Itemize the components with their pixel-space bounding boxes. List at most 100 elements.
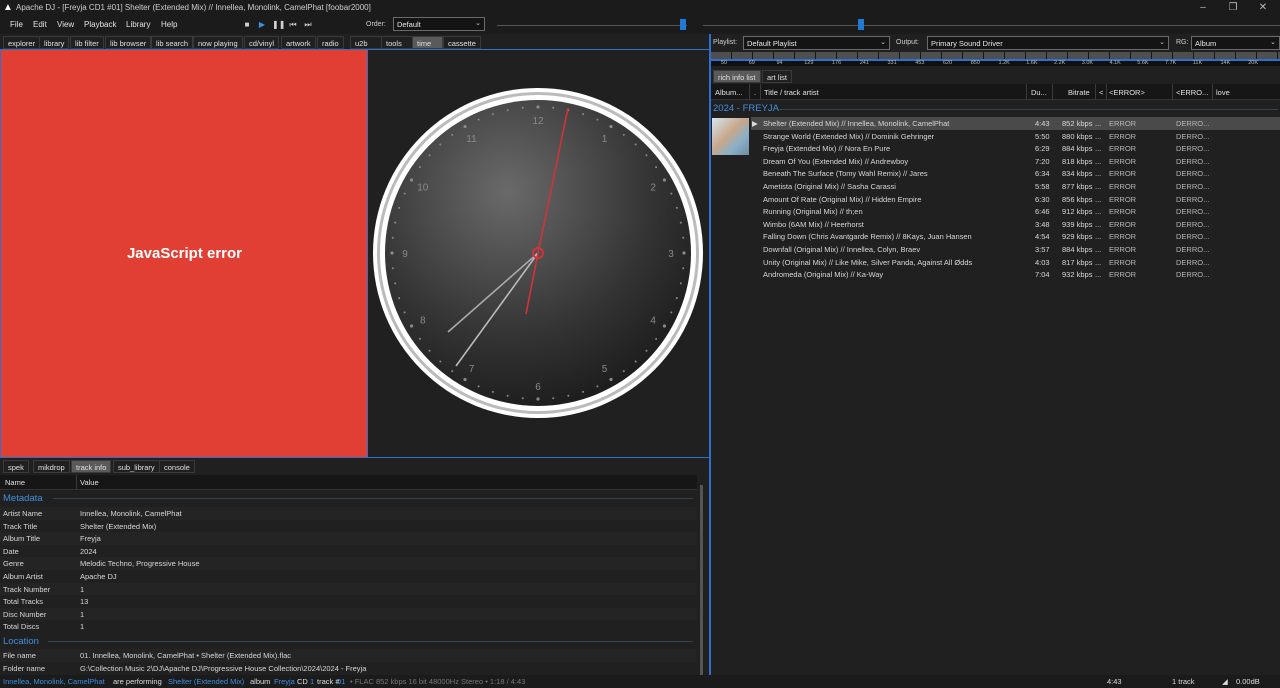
track-row[interactable]: Wimbo (6AM Mix) // Heerhorst 3:48 939 kbps…	[751, 218, 1280, 231]
property-name: Folder name	[3, 663, 46, 673]
menu-view[interactable]: View	[57, 20, 74, 29]
tab-cd-vinyl[interactable]: cd/vinyl	[244, 36, 280, 49]
next-icon[interactable]: ⏭	[303, 20, 313, 30]
track-bitrate: 856 kbps	[1062, 194, 1093, 204]
track-bitrate: 880 kbps	[1062, 131, 1093, 141]
javascript-error-text: JavaScript error	[126, 245, 243, 262]
col-love-header[interactable]: love	[1216, 88, 1230, 97]
track-ellipsis: ...	[1095, 131, 1102, 141]
property-row[interactable]: Track Title Shelter (Extended Mix)	[0, 520, 697, 533]
close-icon[interactable]: ✕	[1256, 1, 1270, 14]
track-error: ERROR	[1109, 182, 1137, 191]
tab-spek[interactable]: spek	[3, 460, 29, 473]
maximize-icon[interactable]: ❐	[1226, 1, 1240, 14]
col-name-header[interactable]: Name	[5, 478, 25, 487]
property-row[interactable]: Genre Melodic Techno, Progressive House	[0, 557, 697, 570]
track-ellipsis: ...	[1095, 257, 1102, 267]
col-album-header[interactable]: Album...	[715, 88, 743, 97]
playlist-label: Playlist:	[713, 39, 738, 46]
tab-track-info[interactable]: track info	[71, 460, 112, 473]
tab-art-list[interactable]: art list	[762, 70, 793, 83]
track-row[interactable]: Ametista (Original Mix) // Sasha Carassi…	[751, 180, 1280, 193]
tab-rich-info-list[interactable]: rich info list	[713, 70, 761, 83]
property-row[interactable]: Total Discs 1	[0, 620, 697, 633]
menu-playback[interactable]: Playback	[84, 20, 116, 29]
tab-lib-search[interactable]: lib search	[151, 36, 194, 49]
col-value-header[interactable]: Value	[80, 478, 99, 487]
status-track-count: 1 track	[1172, 677, 1195, 686]
property-row[interactable]: File name 01. Innellea, Monolink, CamelPh…	[0, 649, 697, 662]
tab-artwork[interactable]: artwork	[281, 36, 316, 49]
col-dot-header[interactable]: .	[754, 88, 756, 97]
tab-explorer[interactable]: explorer	[3, 36, 41, 49]
track-row[interactable]: Amount Of Rate (Original Mix) // Hidden …	[751, 193, 1280, 206]
spectrum-frequency-label: 1.2K	[998, 60, 1010, 66]
previous-icon[interactable]: ⏮	[288, 20, 298, 30]
col-duration-header[interactable]: Du...	[1031, 88, 1047, 97]
seek-slider-thumb[interactable]	[858, 19, 864, 30]
tab-sub-library[interactable]: sub_library	[113, 460, 160, 473]
menu-edit[interactable]: Edit	[33, 20, 47, 29]
track-row[interactable]: Beneath The Surface (Tomy Wahl Remix) //…	[751, 167, 1280, 180]
col-error2-header[interactable]: <ERRO...	[1176, 88, 1208, 97]
pause-icon[interactable]: ❚❚	[272, 20, 285, 30]
property-row[interactable]: Artist Name Innellea, Monolink, CamelPhat	[0, 507, 697, 520]
tab-mikdrop[interactable]: mikdrop	[33, 460, 70, 473]
track-bitrate: 877 kbps	[1062, 182, 1093, 191]
play-icon[interactable]: ▶	[257, 20, 267, 30]
tab-u2b[interactable]: u2b	[350, 36, 382, 49]
playlist-select[interactable]: Default Playlist ⌄	[743, 36, 890, 50]
property-row[interactable]: Track Number 1	[0, 582, 697, 596]
track-row[interactable]: ▶ Shelter (Extended Mix) // Innellea, Mon…	[751, 117, 1280, 130]
track-row[interactable]: Dream Of You (Extended Mix) // Andrewboy…	[751, 155, 1280, 168]
property-value: Apache DJ	[80, 572, 117, 581]
property-row[interactable]: Folder name G:\Collection Music 2\DJ\Apac…	[0, 662, 697, 675]
album-art-thumbnail[interactable]	[712, 118, 749, 155]
tab-lib-browser[interactable]: lib browser	[105, 36, 152, 49]
album-heading-divider	[778, 109, 1278, 110]
order-select[interactable]: Default ⌄	[393, 17, 485, 31]
stop-icon[interactable]: ■	[242, 20, 252, 30]
track-row[interactable]: Strange World (Extended Mix) // Dominik …	[751, 130, 1280, 143]
track-row[interactable]: Falling Down (Chris Avantgarde Remix) //…	[751, 230, 1280, 243]
track-row[interactable]: Andromeda (Original Mix) // Ka-Way 7:04 93…	[751, 268, 1280, 281]
menu-file[interactable]: File	[10, 20, 23, 29]
track-row[interactable]: Freyja (Extended Mix) // Nora En Pure 6:2…	[751, 142, 1280, 155]
col-lt-header[interactable]: <	[1099, 88, 1103, 97]
menu-help[interactable]: Help	[161, 20, 177, 29]
property-row[interactable]: Total Tracks 13	[0, 595, 697, 608]
track-error2: DERRO...	[1176, 169, 1210, 179]
tab-cassette[interactable]: cassette	[443, 36, 481, 49]
property-row[interactable]: Disc Number 1	[0, 607, 697, 621]
status-album: Freyja	[274, 677, 295, 686]
minimize-icon[interactable]: –	[1196, 1, 1210, 14]
col-title-header[interactable]: Title / track artist	[764, 88, 819, 97]
tab-now-playing[interactable]: now playing	[193, 36, 243, 49]
tab-library[interactable]: library	[39, 36, 70, 49]
tab-lib-filter[interactable]: lib filter	[70, 36, 104, 49]
track-row[interactable]: Running (Original Mix) // th;en 6:46 912 k…	[751, 205, 1280, 218]
tab-tools[interactable]: tools	[381, 36, 413, 49]
seek-slider-track[interactable]	[703, 25, 1280, 26]
volume-icon[interactable]: ◢	[1222, 677, 1228, 686]
properties-scrollbar[interactable]	[700, 485, 703, 675]
col-error-header[interactable]: <ERROR>	[1109, 88, 1145, 97]
track-row[interactable]: Unity (Original Mix) // Like Mike, Silve…	[751, 256, 1280, 269]
tab-radio[interactable]: radio	[317, 36, 344, 49]
property-row[interactable]: Album Title Freyja	[0, 532, 697, 545]
col-bitrate-header[interactable]: Bitrate	[1068, 88, 1090, 97]
rg-select[interactable]: Album ⌄	[1191, 36, 1280, 50]
chevron-down-icon: ⌄	[880, 39, 886, 46]
output-select[interactable]: Primary Sound Driver ⌄	[927, 36, 1169, 50]
track-row[interactable]: Downfall (Original Mix) // Innellea, Col…	[751, 243, 1280, 256]
volume-slider-thumb[interactable]	[680, 19, 686, 30]
menu-library[interactable]: Library	[126, 20, 150, 29]
spectrum-frequency-label: 176	[832, 60, 842, 66]
status-tech-info: • FLAC 852 kbps 16 bit 48000Hz Stereo • …	[350, 677, 526, 686]
tab-console[interactable]: console	[159, 460, 195, 473]
property-row[interactable]: Album Artist Apache DJ	[0, 570, 697, 583]
property-row[interactable]: Date 2024	[0, 545, 697, 558]
tab-time[interactable]: time	[412, 36, 443, 49]
track-duration: 6:30	[1035, 194, 1050, 204]
volume-slider-track[interactable]	[497, 25, 687, 26]
